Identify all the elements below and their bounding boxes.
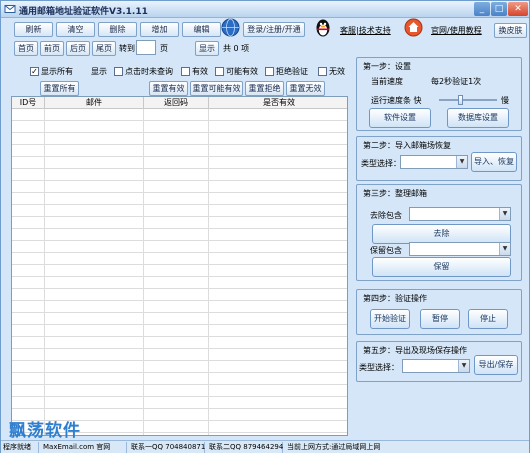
- remove-contains-label: 去除包含: [370, 211, 402, 220]
- reject-label: 拒绝验证: [276, 67, 308, 76]
- column-header-return-code[interactable]: 返回码: [144, 97, 209, 109]
- prev-page-button[interactable]: 前页: [40, 41, 64, 56]
- export-save-button[interactable]: 导出/保存: [474, 355, 518, 375]
- speed-fast-label: 运行速度条 快: [371, 96, 422, 105]
- reset-valid-button[interactable]: 重置有效: [149, 81, 188, 96]
- envelope-icon: [4, 5, 16, 13]
- valid-label: 有效: [192, 67, 208, 76]
- column-header-valid[interactable]: 是否有效: [209, 97, 347, 109]
- step1-title: 第一步：设置: [363, 62, 411, 71]
- keep-contains-select[interactable]: ▼: [409, 242, 511, 256]
- step2-import-panel: 第二步：导入邮箱场恢复 类型选择： ▼ 导入、恢复: [356, 136, 522, 181]
- table-body: [12, 109, 347, 435]
- dropdown-arrow-icon: ▼: [456, 156, 467, 168]
- globe-icon[interactable]: [221, 18, 240, 37]
- step5-export-panel: 第五步：导出及现场保存操作 类型选择： ▼ 导出/保存: [356, 341, 522, 382]
- start-verify-button[interactable]: 开始验证: [370, 309, 410, 329]
- show-all-label: 显示所有: [41, 67, 73, 76]
- status-qq1: 联系一QQ 704840871: [131, 442, 206, 453]
- column-header-id[interactable]: ID号: [12, 97, 45, 109]
- status-ready: 程序就绪: [1, 442, 39, 453]
- dropdown-arrow-icon: ▼: [499, 243, 510, 255]
- database-settings-button[interactable]: 数据库设置: [447, 108, 509, 128]
- step5-title: 第五步：导出及现场保存操作: [363, 346, 467, 355]
- step3-title: 第三步：整理邮箱: [363, 189, 427, 198]
- qq-penguin-icon[interactable]: [314, 18, 332, 38]
- page-number-input[interactable]: [136, 40, 156, 55]
- goto-label: 转到: [119, 44, 135, 53]
- reset-invalid-button[interactable]: 重置无效: [286, 81, 325, 96]
- add-button[interactable]: 增加: [140, 22, 179, 37]
- window-title: 通用邮箱地址验证软件V3.1.11: [19, 7, 148, 17]
- dropdown-arrow-icon: ▼: [499, 208, 510, 220]
- title-bar[interactable]: 通用邮箱地址验证软件V3.1.11 _ □ ✕: [1, 1, 529, 18]
- clear-button[interactable]: 清空: [56, 22, 95, 37]
- maybe-valid-checkbox[interactable]: [215, 67, 224, 76]
- table-header: ID号 邮件 返回码 是否有效: [12, 97, 347, 109]
- speed-label: 当前速度: [371, 77, 403, 86]
- step4-title: 第四步：验证操作: [363, 294, 427, 303]
- reset-all-button[interactable]: 重置所有: [40, 81, 79, 96]
- invalid-label: 无效: [329, 67, 345, 76]
- speed-value: 每2秒验证1次: [431, 77, 482, 86]
- keep-contains-label: 保留包含: [370, 246, 402, 255]
- status-website[interactable]: MaxEmail.com 官网: [41, 442, 127, 453]
- dropdown-arrow-icon: ▼: [458, 360, 469, 372]
- speed-slow-label: 慢: [501, 96, 509, 105]
- main-window: 通用邮箱地址验证软件V3.1.11 _ □ ✕ 刷新 清空 删除 增加 编辑 登…: [0, 0, 530, 453]
- edit-button[interactable]: 编辑: [182, 22, 221, 37]
- step4-verify-panel: 第四步：验证操作 开始验证 暂停 停止: [356, 289, 522, 335]
- last-page-button[interactable]: 尾页: [92, 41, 116, 56]
- total-count-label: 共 0 项: [223, 44, 250, 53]
- software-settings-button[interactable]: 软件设置: [369, 108, 431, 128]
- step2-type-label: 类型选择：: [361, 159, 401, 168]
- valid-checkbox[interactable]: [181, 67, 190, 76]
- column-header-email[interactable]: 邮件: [45, 97, 144, 109]
- export-type-select[interactable]: ▼: [402, 359, 470, 373]
- reset-reject-button[interactable]: 重置拒绝: [245, 81, 284, 96]
- timeout-checkbox[interactable]: [114, 67, 123, 76]
- invalid-checkbox[interactable]: [318, 67, 327, 76]
- remove-button[interactable]: 去除: [372, 224, 511, 244]
- login-register-button[interactable]: 登录/注册/开通: [243, 22, 305, 37]
- skin-button[interactable]: 换皮肤: [494, 23, 527, 38]
- reset-maybe-valid-button[interactable]: 重置可能有效: [190, 81, 243, 96]
- website-tutorial-link[interactable]: 官网/使用教程: [431, 25, 482, 36]
- results-table[interactable]: ID号 邮件 返回码 是否有效: [11, 96, 348, 436]
- step5-type-label: 类型选择：: [359, 363, 399, 372]
- reject-checkbox[interactable]: [265, 67, 274, 76]
- keep-button[interactable]: 保留: [372, 257, 511, 277]
- stop-button[interactable]: 停止: [468, 309, 508, 329]
- show-label: 显示: [91, 67, 107, 76]
- watermark-logo: 飘荡软件: [9, 421, 81, 441]
- import-restore-button[interactable]: 导入、恢复: [471, 152, 517, 172]
- step3-organize-panel: 第三步：整理邮箱 去除包含 ▼ 去除 保留包含 ▼ 保留: [356, 184, 522, 281]
- speed-slider-thumb[interactable]: [458, 95, 463, 105]
- maybe-valid-label: 可能有效: [226, 67, 258, 76]
- status-network: 当前上网方式:通过局域网上网: [287, 443, 381, 451]
- show-page-button[interactable]: 显示: [195, 41, 219, 56]
- step1-settings-panel: 第一步：设置 当前速度 每2秒验证1次 运行速度条 快 慢 软件设置 数据库设置: [356, 57, 522, 131]
- page-unit-label: 页: [160, 44, 168, 53]
- delete-button[interactable]: 删除: [98, 22, 137, 37]
- first-page-button[interactable]: 首页: [14, 41, 38, 56]
- step2-title: 第二步：导入邮箱场恢复: [363, 141, 451, 150]
- status-qq2: 联系二QQ 879464294: [209, 442, 284, 453]
- pause-button[interactable]: 暂停: [420, 309, 460, 329]
- home-icon[interactable]: [404, 18, 423, 37]
- maximize-button[interactable]: □: [491, 2, 507, 16]
- timeout-label: 点击时未查询: [125, 67, 173, 76]
- import-type-select[interactable]: ▼: [400, 155, 468, 169]
- support-link[interactable]: 客服|技术支持: [340, 25, 391, 36]
- speed-slider[interactable]: [439, 95, 497, 105]
- next-page-button[interactable]: 后页: [66, 41, 90, 56]
- status-bar: 程序就绪 MaxEmail.com 官网 联系一QQ 704840871 联系二…: [1, 440, 529, 453]
- minimize-button[interactable]: _: [474, 2, 490, 16]
- show-all-checkbox[interactable]: ✓: [30, 67, 39, 76]
- remove-contains-select[interactable]: ▼: [409, 207, 511, 221]
- refresh-button[interactable]: 刷新: [14, 22, 53, 37]
- close-button[interactable]: ✕: [508, 2, 528, 16]
